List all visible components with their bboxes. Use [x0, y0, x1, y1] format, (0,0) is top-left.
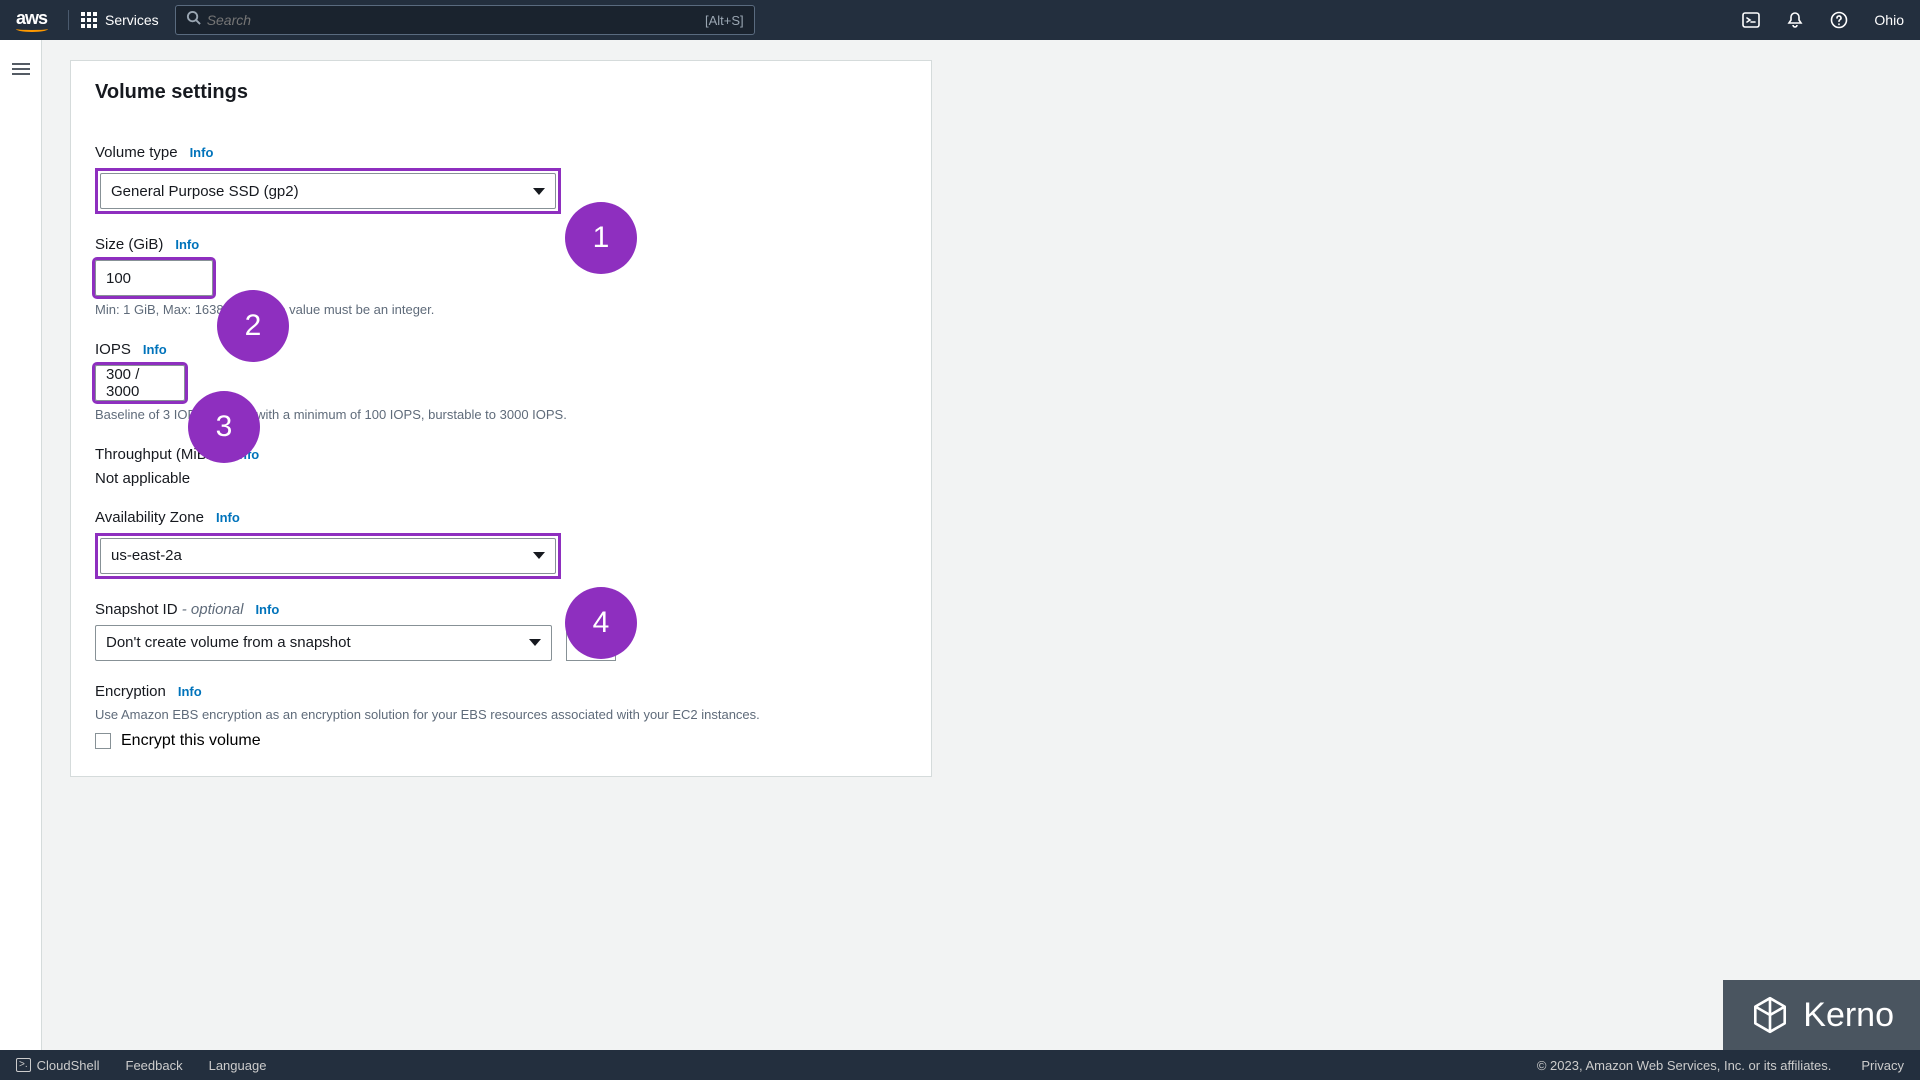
- menu-toggle-icon[interactable]: [12, 60, 30, 78]
- encrypt-checkbox[interactable]: [95, 733, 111, 749]
- az-select[interactable]: us-east-2a: [100, 538, 556, 574]
- region-selector[interactable]: Ohio: [1874, 12, 1904, 28]
- encrypt-checkbox-row[interactable]: Encrypt this volume: [95, 732, 907, 750]
- az-field: 4 Availability Zone Info us-east-2a: [95, 509, 907, 579]
- copyright: © 2023, Amazon Web Services, Inc. or its…: [1537, 1058, 1832, 1073]
- chevron-down-icon: [533, 552, 545, 559]
- kerno-logo-text: Kerno: [1803, 996, 1894, 1035]
- annotation-badge-4: 4: [565, 587, 637, 659]
- services-label: Services: [105, 12, 159, 28]
- throughput-value: Not applicable: [95, 470, 907, 487]
- annotation-badge-3: 3: [188, 391, 260, 463]
- divider: [68, 10, 69, 30]
- volume-type-value: General Purpose SSD (gp2): [111, 183, 299, 200]
- encrypt-checkbox-label: Encrypt this volume: [121, 732, 261, 750]
- size-info-link[interactable]: Info: [175, 237, 199, 252]
- feedback-link[interactable]: Feedback: [126, 1058, 183, 1073]
- size-value: 100: [106, 270, 131, 287]
- aws-logo[interactable]: aws: [16, 8, 48, 32]
- top-right-controls: Ohio: [1742, 11, 1904, 29]
- volume-type-label: Volume type: [95, 144, 178, 161]
- chevron-down-icon: [533, 188, 545, 195]
- search-shortcut: [Alt+S]: [705, 13, 744, 28]
- size-field: 2 Size (GiB) Info 100 Min: 1 GiB, Max: 1…: [95, 236, 907, 319]
- snapshot-select[interactable]: Don't create volume from a snapshot: [95, 625, 552, 661]
- sidebar-collapsed: [0, 40, 42, 1050]
- privacy-link[interactable]: Privacy: [1861, 1058, 1904, 1073]
- panel-title: Volume settings: [95, 81, 907, 104]
- cloudshell-icon: >.: [16, 1058, 31, 1072]
- az-value: us-east-2a: [111, 547, 182, 564]
- volume-type-select[interactable]: General Purpose SSD (gp2): [100, 173, 556, 209]
- encryption-info-link[interactable]: Info: [178, 684, 202, 699]
- chevron-down-icon: [529, 639, 541, 646]
- encryption-helper: Use Amazon EBS encryption as an encrypti…: [95, 707, 907, 724]
- size-label: Size (GiB): [95, 236, 163, 253]
- cloudshell-icon[interactable]: [1742, 11, 1760, 29]
- snapshot-label: Snapshot ID - optional: [95, 601, 243, 618]
- size-helper: Min: 1 GiB, Max: 16384 GiB. The value mu…: [95, 302, 907, 319]
- size-input[interactable]: 100: [95, 260, 213, 296]
- kerno-watermark: Kerno: [1723, 980, 1920, 1050]
- annotation-highlight: us-east-2a: [95, 533, 561, 579]
- top-navigation: aws Services [Alt+S] Ohio: [0, 0, 1920, 40]
- iops-info-link[interactable]: Info: [143, 342, 167, 357]
- content-area: Volume settings 1 Volume type Info Gener…: [42, 40, 1920, 1050]
- annotation-highlight: General Purpose SSD (gp2): [95, 168, 561, 214]
- main-layout: Volume settings 1 Volume type Info Gener…: [0, 40, 1920, 1050]
- iops-label: IOPS: [95, 341, 131, 358]
- notifications-icon[interactable]: [1786, 11, 1804, 29]
- volume-type-info-link[interactable]: Info: [190, 145, 214, 160]
- global-search[interactable]: [Alt+S]: [175, 5, 755, 35]
- volume-settings-panel: Volume settings 1 Volume type Info Gener…: [70, 60, 932, 777]
- snapshot-info-link[interactable]: Info: [255, 602, 279, 617]
- az-info-link[interactable]: Info: [216, 510, 240, 525]
- services-button[interactable]: Services: [81, 12, 159, 28]
- snapshot-field: Snapshot ID - optional Info Don't create…: [95, 601, 907, 661]
- iops-field: 3 IOPS Info 300 / 3000 Baseline of 3 IOP…: [95, 341, 907, 424]
- grid-icon: [81, 12, 97, 28]
- language-link[interactable]: Language: [209, 1058, 267, 1073]
- annotation-badge-1: 1: [565, 202, 637, 274]
- az-label: Availability Zone: [95, 509, 204, 526]
- annotation-badge-2: 2: [217, 290, 289, 362]
- encryption-field: Encryption Info Use Amazon EBS encryptio…: [95, 683, 907, 750]
- iops-value: 300 / 3000: [106, 366, 174, 400]
- help-icon[interactable]: [1830, 11, 1848, 29]
- encryption-label: Encryption: [95, 683, 166, 700]
- iops-readonly: 300 / 3000: [95, 365, 185, 401]
- search-icon: [186, 10, 201, 30]
- search-input[interactable]: [207, 12, 705, 28]
- footer-bar: >. CloudShell Feedback Language © 2023, …: [0, 1050, 1920, 1080]
- volume-type-field: 1 Volume type Info General Purpose SSD (…: [95, 144, 907, 214]
- snapshot-value: Don't create volume from a snapshot: [106, 634, 351, 651]
- cloudshell-link[interactable]: >. CloudShell: [16, 1058, 100, 1073]
- kerno-logo-icon: [1749, 994, 1791, 1036]
